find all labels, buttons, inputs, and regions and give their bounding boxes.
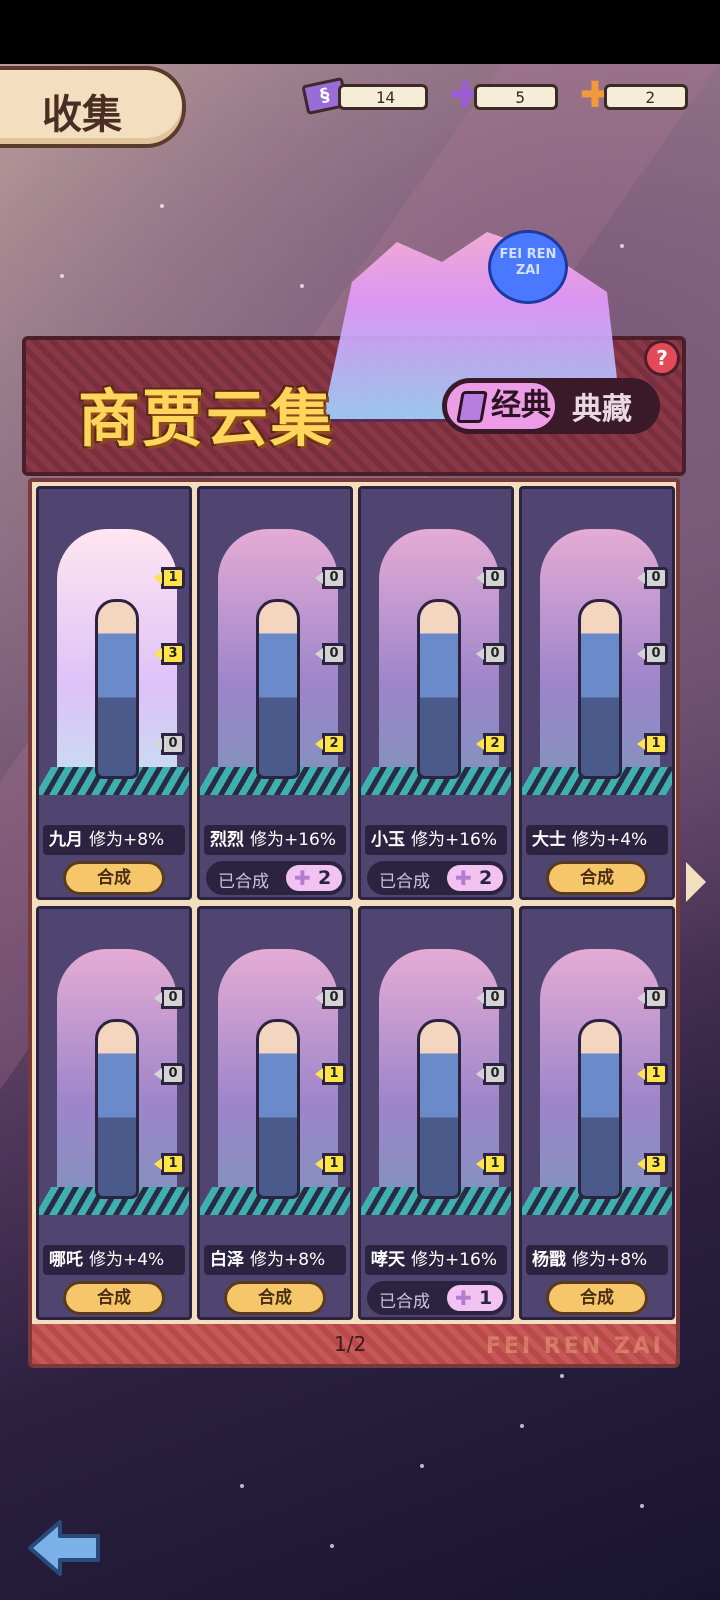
book-icon bbox=[456, 391, 488, 423]
character-portrait bbox=[256, 1019, 300, 1199]
compose-button[interactable]: 合成 bbox=[546, 1281, 648, 1315]
puzzle-piece-count: 2 bbox=[445, 863, 505, 893]
character-portrait bbox=[95, 1019, 139, 1199]
piece-count-badge: 1 bbox=[322, 1063, 346, 1085]
character-info: 白泽 修为+8% bbox=[204, 1245, 346, 1275]
character-info: 烈烈 修为+16% bbox=[204, 825, 346, 855]
collection-title-tab: 收集 bbox=[0, 66, 186, 148]
piece-count-badge: 0 bbox=[483, 567, 507, 589]
character-bonus: 修为+4% bbox=[89, 1250, 165, 1270]
tab-classic[interactable]: 经典 bbox=[444, 380, 558, 432]
character-card[interactable]: 1 3 0 九月 修为+8% 合成 bbox=[36, 486, 192, 900]
compose-button[interactable]: 合成 bbox=[224, 1281, 326, 1315]
character-name: 小玉 bbox=[371, 830, 405, 850]
piece-count-badge: 1 bbox=[322, 1153, 346, 1175]
character-name: 大士 bbox=[532, 830, 566, 850]
piece-count-badge: 1 bbox=[161, 1153, 185, 1175]
character-card[interactable]: 0 0 1 哪吒 修为+4% 合成 bbox=[36, 906, 192, 1320]
piece-count-badge: 0 bbox=[644, 567, 668, 589]
composed-label: 已合成 bbox=[379, 872, 430, 892]
character-info: 杨戬 修为+8% bbox=[526, 1245, 668, 1275]
character-portrait bbox=[417, 1019, 461, 1199]
character-card[interactable]: 0 0 2 烈烈修为+16% 已合成 2 bbox=[197, 486, 353, 900]
character-portrait bbox=[578, 1019, 622, 1199]
character-bonus: 修为+16% bbox=[411, 1250, 498, 1270]
character-bonus: 修为+8% bbox=[89, 830, 165, 850]
category-toggle: 经典 典藏 bbox=[442, 378, 660, 434]
character-info: 小玉 修为+16% bbox=[365, 825, 507, 855]
character-name: 九月 bbox=[49, 830, 83, 850]
piece-count-badge: 1 bbox=[644, 733, 668, 755]
piece-count-badge: 0 bbox=[161, 733, 185, 755]
character-info: 大士 修为+4% bbox=[526, 825, 668, 855]
character-card[interactable]: 0 1 3 杨戬 修为+8% 合成 bbox=[519, 906, 675, 1320]
piece-count-badge: 1 bbox=[644, 1063, 668, 1085]
collection-banner: FEI REN ZAI 商贾云集 经典 典藏 ? bbox=[22, 230, 686, 476]
character-portrait bbox=[578, 599, 622, 779]
composed-status: 已合成 2 bbox=[367, 861, 507, 895]
piece-count-badge: 0 bbox=[644, 987, 668, 1009]
character-card[interactable]: 0 0 1 大士 修为+4% 合成 bbox=[519, 486, 675, 900]
character-card[interactable]: 0 1 1 白泽 修为+8% 合成 bbox=[197, 906, 353, 1320]
character-portrait bbox=[256, 599, 300, 779]
ticket-counter: 14 bbox=[338, 84, 428, 110]
composed-status: 已合成 1 bbox=[367, 1281, 507, 1315]
piece-count-badge: 0 bbox=[161, 987, 185, 1009]
character-info: 哮天 修为+16% bbox=[365, 1245, 507, 1275]
neon-sign: FEI REN ZAI bbox=[488, 230, 568, 304]
character-bonus: 修为+8% bbox=[250, 1250, 326, 1270]
piece-count-badge: 2 bbox=[483, 733, 507, 755]
help-button[interactable]: ? bbox=[644, 340, 680, 376]
composed-status: 已合成 2 bbox=[206, 861, 346, 895]
character-portrait bbox=[95, 599, 139, 779]
composed-label: 已合成 bbox=[218, 872, 269, 892]
character-portrait bbox=[417, 599, 461, 779]
character-name: 白泽 bbox=[210, 1250, 244, 1270]
piece-count-badge: 1 bbox=[161, 567, 185, 589]
character-bonus: 修为+8% bbox=[572, 1250, 648, 1270]
piece-count-badge: 0 bbox=[483, 1063, 507, 1085]
page-indicator: 1/2 bbox=[334, 1332, 367, 1356]
compose-button[interactable]: 合成 bbox=[546, 861, 648, 895]
status-bar bbox=[0, 0, 720, 64]
character-name: 杨戬 bbox=[532, 1250, 566, 1270]
composed-label: 已合成 bbox=[379, 1292, 430, 1312]
puzzle-piece-count: 2 bbox=[284, 863, 344, 893]
compose-button[interactable]: 合成 bbox=[63, 861, 165, 895]
page-title: 收集 bbox=[42, 92, 122, 138]
character-bonus: 修为+4% bbox=[572, 830, 648, 850]
tab-collection[interactable]: 典藏 bbox=[572, 384, 632, 428]
piece-count-badge: 0 bbox=[322, 643, 346, 665]
purple-puzzle-counter: 5 bbox=[474, 84, 558, 110]
back-arrow-icon[interactable] bbox=[26, 1516, 106, 1580]
piece-count-badge: 0 bbox=[483, 643, 507, 665]
character-info: 哪吒 修为+4% bbox=[43, 1245, 185, 1275]
character-card[interactable]: 0 0 2 小玉修为+16% 已合成 2 bbox=[358, 486, 514, 900]
piece-count-badge: 0 bbox=[161, 1063, 185, 1085]
character-bonus: 修为+16% bbox=[250, 830, 337, 850]
piece-count-badge: 0 bbox=[322, 987, 346, 1009]
compose-button[interactable]: 合成 bbox=[63, 1281, 165, 1315]
piece-count-badge: 0 bbox=[322, 567, 346, 589]
piece-count-badge: 0 bbox=[483, 987, 507, 1009]
piece-count-badge: 0 bbox=[644, 643, 668, 665]
character-name: 哪吒 bbox=[49, 1250, 83, 1270]
character-card[interactable]: 0 0 1 哮天修为+16% 已合成 1 bbox=[358, 906, 514, 1320]
piece-count-badge: 3 bbox=[644, 1153, 668, 1175]
next-page-arrow[interactable] bbox=[686, 862, 706, 902]
character-bonus: 修为+16% bbox=[411, 830, 498, 850]
character-info: 九月 修为+8% bbox=[43, 825, 185, 855]
piece-count-badge: 1 bbox=[483, 1153, 507, 1175]
pager: 1/2 FEI REN ZAI bbox=[28, 1324, 680, 1368]
character-name: 烈烈 bbox=[210, 830, 244, 850]
piece-count-badge: 3 bbox=[161, 643, 185, 665]
watermark: FEI REN ZAI bbox=[485, 1334, 664, 1359]
puzzle-piece-count: 1 bbox=[445, 1283, 505, 1313]
banner-title: 商贾云集 bbox=[78, 382, 335, 455]
orange-puzzle-counter: 2 bbox=[604, 84, 688, 110]
character-name: 哮天 bbox=[371, 1250, 405, 1270]
piece-count-badge: 2 bbox=[322, 733, 346, 755]
